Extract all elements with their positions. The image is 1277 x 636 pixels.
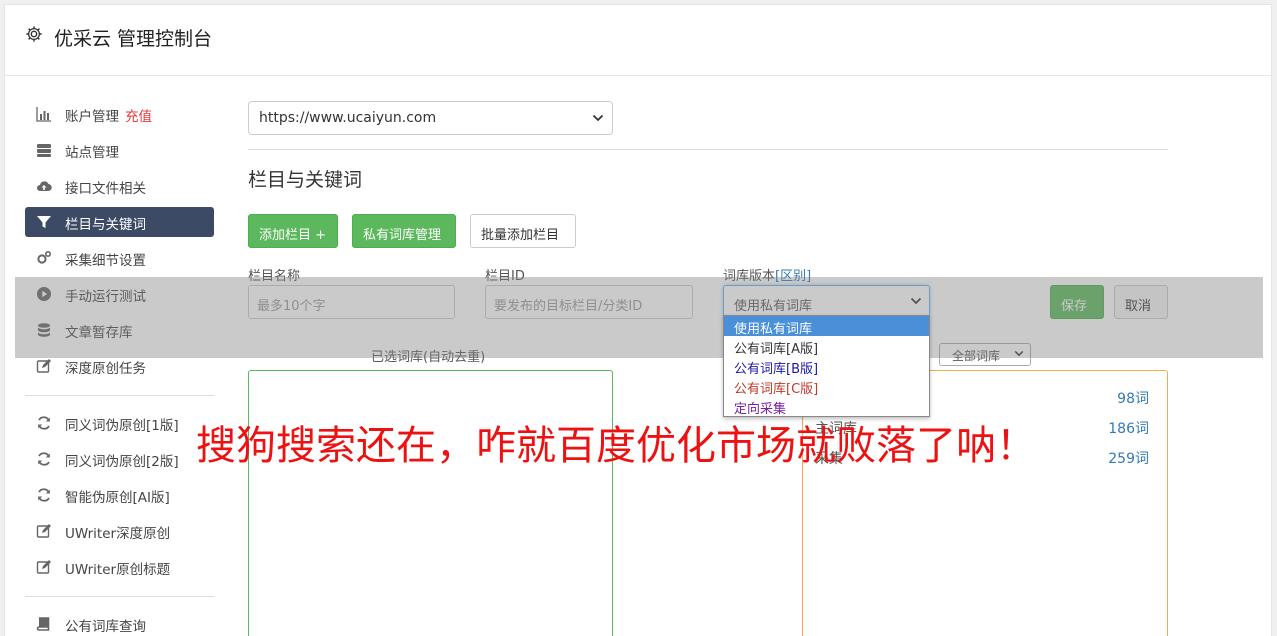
sidebar-item-label: 账户管理: [65, 109, 119, 125]
sidebar-item-interface[interactable]: 接口文件相关: [25, 171, 214, 201]
sidebar-divider: [25, 395, 214, 396]
bar-chart-icon: [36, 107, 51, 122]
refresh-icon: [38, 452, 50, 466]
selected-libs-box[interactable]: [248, 370, 613, 636]
batch-add-button[interactable]: 批量添加栏目: [470, 214, 576, 248]
sidebar-item-public-lib[interactable]: 公有词库查询: [25, 609, 214, 636]
edit-icon: [36, 560, 51, 574]
refresh-icon: [38, 416, 50, 430]
server-icon: [37, 144, 51, 157]
sidebar-item-label: 深度原创任务: [65, 361, 146, 377]
sidebar-item-sites[interactable]: 站点管理: [25, 135, 214, 165]
lib-count: 98词: [1117, 391, 1149, 407]
recharge-link[interactable]: 充值: [125, 109, 152, 125]
chevron-down-icon: [592, 114, 604, 122]
lib-count: 259词: [1108, 451, 1149, 467]
sidebar-item-label: 采集细节设置: [65, 253, 146, 269]
sidebar-item-label: 同义词伪原创[2版]: [65, 454, 179, 470]
sidebar-item-ai-rewrite[interactable]: 智能伪原创[AI版]: [25, 480, 214, 510]
section-title: 栏目与关键词: [248, 169, 363, 191]
site-select[interactable]: https://www.ucaiyun.com: [248, 101, 613, 135]
sidebar-item-synonym-v2[interactable]: 同义词伪原创[2版]: [25, 444, 214, 474]
site-select-value: https://www.ucaiyun.com: [259, 110, 437, 126]
sidebar-item-uwriter-deep[interactable]: UWriter深度原创: [25, 516, 214, 546]
version-option[interactable]: 使用私有词库: [724, 316, 929, 337]
gray-overlay: [15, 277, 1263, 358]
sidebar-item-label: 同义词伪原创[1版]: [65, 418, 179, 434]
version-option[interactable]: 公有词库[A版]: [724, 336, 929, 357]
sidebar-item-label: 接口文件相关: [65, 181, 146, 197]
page-header: 优采云 管理控制台: [5, 5, 1271, 76]
private-lib-button[interactable]: 私有词库管理: [352, 214, 456, 248]
sidebar-item-label: 公有词库查询: [65, 619, 146, 635]
sidebar-item-account[interactable]: 账户管理 充值: [25, 99, 214, 129]
divider: [248, 149, 1168, 150]
gear-icon: [26, 26, 42, 42]
cogs-icon: [37, 250, 52, 264]
sidebar-item-label: UWriter原创标题: [65, 562, 171, 578]
sidebar-item-label: 站点管理: [65, 145, 119, 161]
book-icon: [36, 617, 50, 631]
refresh-icon: [38, 488, 50, 502]
sidebar-divider: [25, 596, 214, 597]
sidebar-item-label: 栏目与关键词: [65, 217, 146, 233]
sidebar-item-columns[interactable]: 栏目与关键词: [25, 207, 214, 237]
edit-icon: [36, 524, 51, 538]
version-option[interactable]: 公有词库[C版]: [724, 376, 929, 397]
sidebar-item-label: 智能伪原创[AI版]: [65, 490, 170, 506]
sidebar-item-uwriter-title[interactable]: UWriter原创标题: [25, 552, 214, 582]
sidebar-item-synonym-v1[interactable]: 同义词伪原创[1版]: [25, 408, 214, 438]
lib-version-dropdown: 使用私有词库 公有词库[A版] 公有词库[B版] 公有词库[C版] 定向采集: [723, 315, 930, 417]
edit-icon: [36, 359, 51, 373]
lib-count: 186词: [1108, 421, 1149, 437]
sidebar-item-label: UWriter深度原创: [65, 526, 171, 542]
page-title: 优采云 管理控制台: [54, 28, 213, 50]
version-option[interactable]: 公有词库[B版]: [724, 356, 929, 377]
cloud-upload-icon: [37, 181, 52, 192]
overlay-caption: 搜狗搜索还在，咋就百度优化市场就败落了呐！: [196, 423, 1036, 469]
filter-icon: [37, 216, 51, 228]
add-column-button[interactable]: 添加栏目 +: [248, 214, 338, 248]
sidebar-item-collect-settings[interactable]: 采集细节设置: [25, 243, 214, 273]
